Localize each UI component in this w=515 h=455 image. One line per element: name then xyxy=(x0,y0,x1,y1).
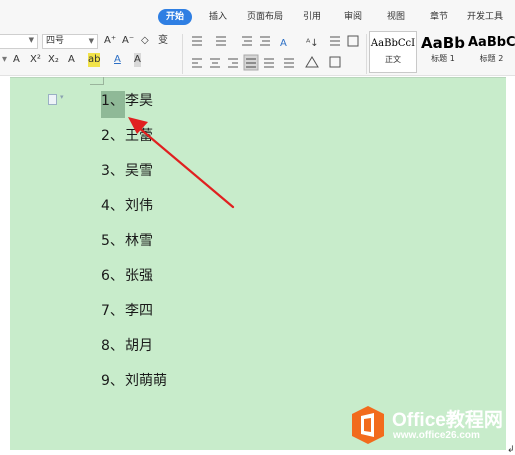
list-item[interactable]: 8、胡月 xyxy=(101,336,153,356)
distribute-icon[interactable] xyxy=(264,58,274,68)
list-text: 刘萌萌 xyxy=(125,373,167,389)
border-icon[interactable] xyxy=(329,56,341,68)
text-effect-icon[interactable]: A xyxy=(68,53,75,67)
list-text: 吴雪 xyxy=(125,163,153,179)
list-text: 李四 xyxy=(125,303,153,319)
list-item[interactable]: 1、李昊 xyxy=(101,91,153,111)
tab-references[interactable]: 引用 xyxy=(303,9,321,25)
list-number: 2、 xyxy=(101,128,124,144)
list-number: 8、 xyxy=(101,338,124,354)
increase-indent-icon[interactable] xyxy=(260,36,270,46)
styles-gallery: AaBbCcI 正文 AaBb 标题 1 AaBbC 标题 2 xyxy=(369,31,515,75)
char-shading-icon[interactable]: A xyxy=(134,53,141,67)
style-heading-1[interactable]: AaBb 标题 1 xyxy=(419,31,467,73)
list-number: 7、 xyxy=(101,303,124,319)
style-preview: AaBb xyxy=(421,34,465,52)
list-item[interactable]: 2、王蕾 xyxy=(101,126,153,146)
list-text: 王蕾 xyxy=(125,128,153,144)
list-item[interactable]: 4、刘伟 xyxy=(101,196,153,216)
list-text: 张强 xyxy=(125,268,153,284)
toolbar-separator xyxy=(366,34,367,74)
toolbar-separator xyxy=(182,34,183,74)
font-size-select[interactable]: 四号 ▼ xyxy=(42,34,98,49)
list-text: 胡月 xyxy=(125,338,153,354)
sort-icon[interactable]: ᴬ↓ xyxy=(306,38,319,49)
list-number: 5、 xyxy=(101,233,124,249)
style-normal[interactable]: AaBbCcI 正文 xyxy=(369,31,417,73)
style-preview: AaBbC xyxy=(468,35,515,50)
margin-corner-mark xyxy=(90,84,104,85)
list-item[interactable]: 9、刘萌萌 xyxy=(101,371,167,391)
tab-developer[interactable]: 开发工具 xyxy=(467,9,503,25)
show-marks-icon[interactable] xyxy=(330,36,340,46)
list-item[interactable]: 6、张强 xyxy=(101,266,153,286)
list-number: 3、 xyxy=(101,163,124,179)
tab-view[interactable]: 视图 xyxy=(387,9,405,25)
font-name-select[interactable]: ▼ xyxy=(0,34,38,49)
list-number: 1、 xyxy=(101,93,124,109)
list-item[interactable]: 3、吴雪 xyxy=(101,161,153,181)
chevron-down-icon[interactable]: ▾ xyxy=(60,93,64,101)
align-center-icon[interactable] xyxy=(210,58,220,68)
font-shrink-icon[interactable]: A⁻ xyxy=(122,34,134,48)
font-size-value: 四号 xyxy=(46,36,65,46)
document-page[interactable]: ▾ 1、李昊 2、王蕾 3、吴雪 4、刘伟 5、林雪 6、张强 7、李四 8、胡… xyxy=(10,77,506,450)
superscript-icon[interactable]: X² xyxy=(30,53,41,67)
list-number: 9、 xyxy=(101,373,124,389)
margin-corner-mark xyxy=(103,77,104,85)
clear-format-icon[interactable]: ◇ xyxy=(141,34,149,48)
phonetic-guide-icon[interactable]: 变 xyxy=(158,34,168,48)
bullet-list-icon[interactable] xyxy=(192,36,202,46)
paragraph-group: A ᴬ↓ xyxy=(192,35,359,71)
list-number: 6、 xyxy=(101,268,124,284)
office-logo-icon xyxy=(352,406,384,444)
list-text: 林雪 xyxy=(125,233,153,249)
text-direction-icon[interactable]: A xyxy=(280,38,287,49)
shading-icon[interactable] xyxy=(305,56,319,68)
align-left-icon[interactable] xyxy=(192,58,202,68)
chevron-down-icon: ▼ xyxy=(28,36,34,44)
logo-url: www.office26.com xyxy=(393,430,480,441)
font-grow-icon[interactable]: A⁺ xyxy=(104,34,116,48)
numbered-list-icon[interactable] xyxy=(216,36,226,46)
table-grid-icon[interactable] xyxy=(347,35,359,47)
tab-review[interactable]: 审阅 xyxy=(344,9,362,25)
tab-insert[interactable]: 插入 xyxy=(209,9,227,25)
office-logo: Office教程网 www.office26.com xyxy=(350,403,510,447)
wps-writer-window: 开始 插入 页面布局 引用 审阅 视图 章节 开发工具 ▼ 四号 ▼ A⁺ A⁻… xyxy=(0,0,515,455)
tab-page-layout[interactable]: 页面布局 xyxy=(247,9,283,25)
tab-home[interactable]: 开始 xyxy=(158,9,193,25)
list-item[interactable]: 7、李四 xyxy=(101,301,153,321)
list-number: 4、 xyxy=(101,198,124,214)
style-heading-2[interactable]: AaBbC 标题 2 xyxy=(468,31,515,73)
list-item[interactable]: 5、林雪 xyxy=(101,231,153,251)
align-right-icon[interactable] xyxy=(228,58,238,68)
ribbon-tabs: 开始 插入 页面布局 引用 审阅 视图 章节 开发工具 xyxy=(0,0,515,30)
page-edge xyxy=(10,77,506,78)
subscript-icon[interactable]: X₂ xyxy=(48,53,59,67)
highlight-icon[interactable]: ab xyxy=(88,53,101,67)
list-text: 李昊 xyxy=(125,93,153,109)
style-preview: AaBbCcI xyxy=(370,38,416,49)
doc-icon[interactable] xyxy=(48,94,57,105)
text-cursor-icon: ↲ xyxy=(507,445,515,455)
chevron-down-icon: ▼ xyxy=(88,37,94,45)
decrease-indent-icon[interactable] xyxy=(242,36,252,46)
tab-chapter[interactable]: 章节 xyxy=(430,9,448,25)
chevron-down-icon[interactable]: ▾ xyxy=(2,53,7,67)
font-color-icon[interactable]: A xyxy=(114,53,121,67)
home-toolbar: ▼ 四号 ▼ A⁺ A⁻ ◇ 变 ▾ A X² X₂ A ab A A A ᴬ↓… xyxy=(0,30,515,76)
list-text: 刘伟 xyxy=(125,198,153,214)
line-spacing-icon[interactable] xyxy=(284,58,294,68)
font-color-a-icon[interactable]: A xyxy=(13,53,20,67)
logo-title: Office教程网 xyxy=(392,410,503,431)
